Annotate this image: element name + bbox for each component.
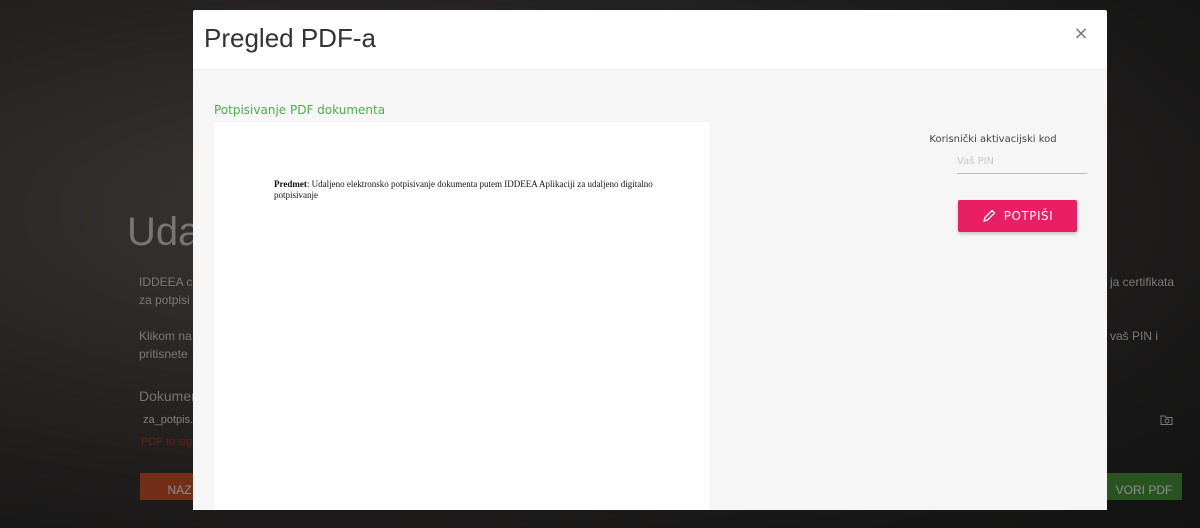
pencil-icon — [982, 209, 996, 223]
modal-body: Potpisivanje PDF dokumenta Predmet: Udal… — [193, 70, 1107, 510]
pdf-subject-text: Predmet: Udaljeno elektronsko potpisivan… — [274, 179, 654, 201]
sign-button-label: POTPIŠI — [1003, 209, 1054, 223]
pdf-preview-modal: Pregled PDF-a × Potpisivanje PDF dokumen… — [193, 10, 1107, 510]
section-label: Potpisivanje PDF dokumenta — [214, 103, 386, 117]
close-icon[interactable]: × — [1071, 24, 1091, 44]
modal-header: Pregled PDF-a × — [193, 10, 1107, 70]
sign-button[interactable]: POTPIŠI — [958, 200, 1077, 232]
pin-label: Korisnički aktivacijski kod — [929, 134, 1057, 145]
pdf-subject-label: Predmet — [274, 179, 307, 189]
pdf-subject-body: : Udaljeno elektronsko potpisivanje doku… — [274, 179, 653, 200]
pdf-viewer[interactable]: Predmet: Udaljeno elektronsko potpisivan… — [214, 122, 710, 510]
modal-title: Pregled PDF-a — [204, 23, 376, 53]
pin-input[interactable] — [957, 150, 1087, 174]
